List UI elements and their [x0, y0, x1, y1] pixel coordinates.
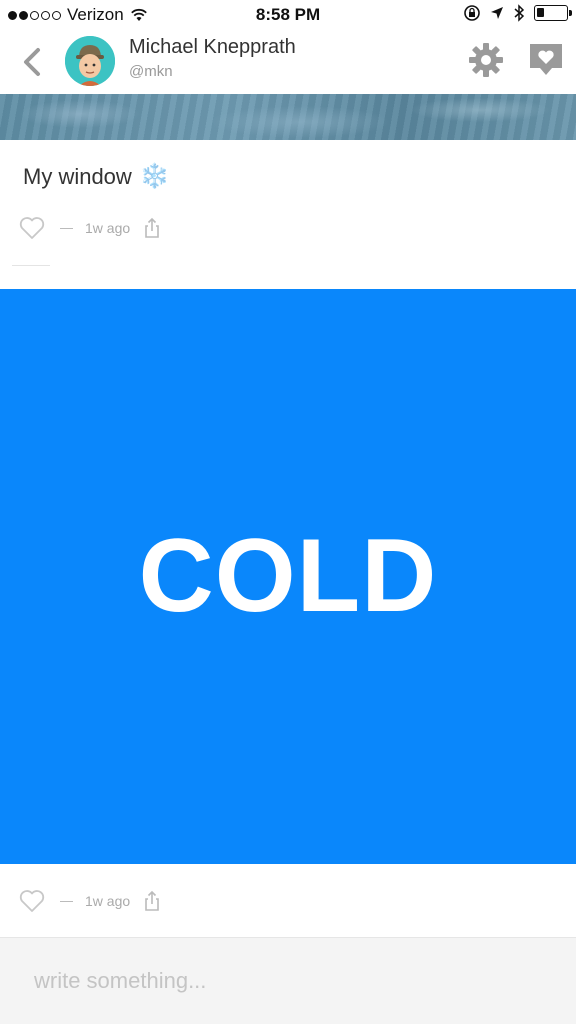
- post-actions: 1w ago: [18, 214, 162, 242]
- share-icon[interactable]: [142, 890, 162, 912]
- gear-icon[interactable]: [466, 40, 506, 80]
- cover-image: [0, 94, 576, 140]
- battery-level: [537, 8, 544, 17]
- avatar[interactable]: [65, 36, 115, 86]
- post-image-text: COLD: [138, 518, 438, 634]
- post-image[interactable]: COLD: [0, 289, 576, 864]
- action-separator: [60, 227, 73, 229]
- post-divider: [12, 265, 50, 266]
- bluetooth-icon: [514, 4, 525, 22]
- compose-input[interactable]: [34, 968, 554, 994]
- share-icon[interactable]: [142, 217, 162, 239]
- profile-name: Michael Knepprath: [129, 36, 296, 58]
- status-indicators: [463, 4, 572, 22]
- rotation-lock-icon: [464, 5, 480, 21]
- battery-icon: [534, 5, 572, 21]
- post-actions: 1w ago: [18, 887, 162, 915]
- back-chevron-icon[interactable]: [14, 42, 50, 82]
- profile-handle: @mkn: [129, 63, 173, 80]
- post-text-body: My window: [23, 163, 132, 189]
- profile-header: Michael Knepprath @mkn: [0, 30, 576, 94]
- status-bar: Verizon 8:58 PM: [0, 0, 576, 30]
- avatar-face-icon: [65, 36, 115, 86]
- post-timestamp: 1w ago: [85, 220, 131, 236]
- like-heart-icon[interactable]: [18, 888, 46, 914]
- like-heart-icon[interactable]: [18, 215, 46, 241]
- post-text: My window ❄️: [23, 162, 170, 191]
- snowflake-emoji: ❄️: [139, 163, 170, 190]
- action-separator: [60, 900, 73, 902]
- post-timestamp: 1w ago: [85, 893, 131, 909]
- location-arrow-icon: [491, 7, 503, 19]
- heart-bubble-icon[interactable]: [526, 40, 566, 80]
- compose-bar: [0, 937, 576, 1024]
